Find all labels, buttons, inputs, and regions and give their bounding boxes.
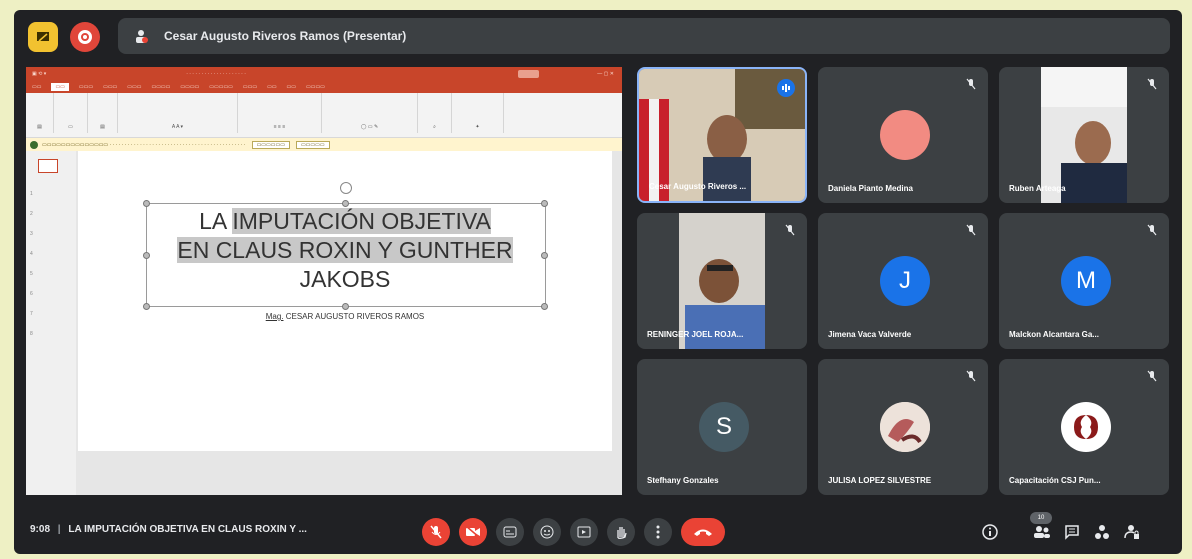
present-button[interactable] bbox=[570, 518, 598, 546]
host-controls-button[interactable] bbox=[1122, 522, 1142, 542]
slide-canvas[interactable]: LA IMPUTACIÓN OBJETIVA EN CLAUS ROXIN Y … bbox=[78, 151, 612, 451]
powerpoint-titlebar: ▣ ⟲ ▾ · · · · · · · · · · · · · · · · · … bbox=[26, 67, 622, 81]
presenter-bar[interactable]: Cesar Augusto Riveros Ramos (Presentar) bbox=[118, 18, 1170, 54]
powerpoint-ribbon: ▤ ▭ ▤ A A ▾ ≡ ≡ ≡ ◯ ▭ ✎ ⌕ ✦ bbox=[26, 93, 622, 138]
participant-tile[interactable]: M Malckon Alcantara Ga... bbox=[999, 213, 1169, 349]
title-highlighted-text: IMPUTACIÓN OBJETIVA bbox=[232, 208, 491, 234]
participant-name: Daniela Pianto Medina bbox=[828, 184, 913, 193]
participant-avatar: M bbox=[1061, 256, 1111, 306]
resize-handle[interactable] bbox=[541, 200, 548, 207]
shared-presentation: ▣ ⟲ ▾ · · · · · · · · · · · · · · · · · … bbox=[26, 67, 622, 495]
meet-window: Cesar Augusto Riveros Ramos (Presentar) … bbox=[14, 10, 1182, 554]
meeting-info: 9:08 | LA IMPUTACIÓN OBJETIVA EN CLAUS R… bbox=[30, 524, 307, 535]
mic-toggle-button[interactable] bbox=[422, 518, 450, 546]
participant-tile[interactable]: Capacitación CSJ Pun... bbox=[999, 359, 1169, 495]
participant-tile[interactable]: RENINGER JOEL ROJA... bbox=[637, 213, 807, 349]
bottom-toolbar: 9:08 | LA IMPUTACIÓN OBJETIVA EN CLAUS R… bbox=[14, 510, 1182, 554]
participant-avatar: J bbox=[880, 256, 930, 306]
muted-mic-icon bbox=[783, 223, 797, 237]
activities-button[interactable] bbox=[1092, 522, 1112, 542]
lock-person-icon bbox=[1124, 525, 1139, 539]
camera-off-icon bbox=[465, 525, 481, 539]
slide-thumbnail[interactable] bbox=[38, 159, 58, 173]
participant-tile[interactable]: JULISA LOPEZ SILVESTRE bbox=[818, 359, 988, 495]
participant-tile[interactable]: Ruben Arteaga bbox=[999, 67, 1169, 203]
chat-icon bbox=[1065, 525, 1079, 540]
participant-name: Cesar Augusto Riveros ... bbox=[649, 182, 747, 191]
present-icon bbox=[577, 526, 591, 538]
more-vert-icon bbox=[656, 525, 660, 539]
resize-handle[interactable] bbox=[143, 303, 150, 310]
share-button[interactable] bbox=[517, 70, 540, 78]
presenting-icon bbox=[132, 27, 150, 45]
people-icon bbox=[1034, 526, 1050, 538]
top-bar: Cesar Augusto Riveros Ramos (Presentar) bbox=[22, 18, 1174, 56]
resize-handle[interactable] bbox=[342, 303, 349, 310]
participant-video bbox=[1041, 67, 1127, 203]
more-options-button[interactable] bbox=[644, 518, 672, 546]
camera-toggle-button[interactable] bbox=[459, 518, 487, 546]
title-text: JAKOBS bbox=[299, 266, 391, 292]
subtitle-prefix: Mag. bbox=[265, 312, 284, 321]
muted-mic-icon bbox=[1145, 369, 1159, 383]
participant-name: Ruben Arteaga bbox=[1009, 184, 1066, 193]
resize-handle[interactable] bbox=[541, 303, 548, 310]
reactions-button[interactable] bbox=[533, 518, 561, 546]
participant-name: Capacitación CSJ Pun... bbox=[1009, 476, 1101, 485]
captions-button[interactable] bbox=[496, 518, 524, 546]
muted-mic-icon bbox=[1145, 223, 1159, 237]
record-button[interactable] bbox=[70, 22, 100, 52]
muted-mic-icon bbox=[1145, 77, 1159, 91]
subtitle-text: CESAR AUGUSTO RIVEROS RAMOS bbox=[283, 312, 425, 321]
slide-title: LA IMPUTACIÓN OBJETIVA EN CLAUS ROXIN Y … bbox=[146, 207, 544, 294]
resize-handle[interactable] bbox=[143, 200, 150, 207]
resize-handle[interactable] bbox=[342, 200, 349, 207]
rotate-handle[interactable] bbox=[340, 182, 352, 194]
participant-tile[interactable]: J Jimena Vaca Valverde bbox=[818, 213, 988, 349]
info-icon bbox=[982, 524, 998, 540]
emoji-icon bbox=[540, 525, 554, 539]
institution-logo bbox=[1061, 402, 1111, 452]
participant-avatar bbox=[880, 110, 930, 160]
captions-icon bbox=[503, 526, 517, 538]
participant-tile[interactable]: Daniela Pianto Medina bbox=[818, 67, 988, 203]
hang-up-icon bbox=[694, 529, 712, 536]
slide-subtitle: Mag. CESAR AUGUSTO RIVEROS RAMOS bbox=[146, 312, 544, 321]
participant-photo bbox=[880, 402, 930, 452]
chat-button[interactable] bbox=[1062, 522, 1082, 542]
muted-mic-icon bbox=[964, 77, 978, 91]
activities-icon bbox=[1095, 525, 1109, 539]
hand-icon bbox=[617, 527, 627, 539]
editor-area: 1 2 3 4 5 6 7 8 LA IMPUTACIÓN OBJETIVA E… bbox=[26, 151, 622, 495]
board-icon bbox=[37, 32, 49, 42]
clock-time: 9:08 bbox=[30, 524, 51, 535]
participant-video bbox=[679, 213, 765, 349]
participant-name: RENINGER JOEL ROJA... bbox=[647, 330, 744, 339]
muted-mic-icon bbox=[964, 223, 978, 237]
participant-tile[interactable]: S Stefhany Gonzales bbox=[637, 359, 807, 495]
speaking-indicator-icon bbox=[777, 79, 795, 97]
participant-name: Malckon Alcantara Ga... bbox=[1009, 330, 1099, 339]
participant-name: JULISA LOPEZ SILVESTRE bbox=[828, 476, 932, 485]
meeting-title: LA IMPUTACIÓN OBJETIVA EN CLAUS ROXIN Y … bbox=[68, 524, 307, 535]
title-highlighted-text: EN CLAUS ROXIN Y GUNTHER bbox=[177, 237, 513, 263]
leave-call-button[interactable] bbox=[681, 518, 725, 546]
slide-thumbnails[interactable]: 1 2 3 4 5 6 7 8 bbox=[26, 151, 76, 495]
record-icon bbox=[78, 30, 92, 44]
presenter-label: Cesar Augusto Riveros Ramos (Presentar) bbox=[164, 29, 407, 43]
participant-tile[interactable]: Cesar Augusto Riveros ... bbox=[637, 67, 807, 203]
muted-mic-icon bbox=[964, 369, 978, 383]
mic-off-icon bbox=[430, 525, 442, 539]
participant-avatar: S bbox=[699, 402, 749, 452]
title-text: LA bbox=[199, 208, 233, 234]
meeting-details-button[interactable] bbox=[980, 522, 1000, 542]
participant-name: Jimena Vaca Valverde bbox=[828, 330, 912, 339]
powerpoint-tabs: ▭▭ ▭▭ ▭▭▭ ▭▭▭ ▭▭▭ ▭▭▭▭ ▭▭▭▭ ▭▭▭▭▭ ▭▭▭ ▭▭ ▭▭ ▭▭▭▭ bbox=[26, 81, 622, 93]
whiteboard-button[interactable] bbox=[28, 22, 58, 52]
separator: | bbox=[57, 524, 61, 535]
raise-hand-button[interactable] bbox=[607, 518, 635, 546]
people-button[interactable] bbox=[1032, 522, 1052, 542]
participant-name: Stefhany Gonzales bbox=[647, 476, 719, 485]
